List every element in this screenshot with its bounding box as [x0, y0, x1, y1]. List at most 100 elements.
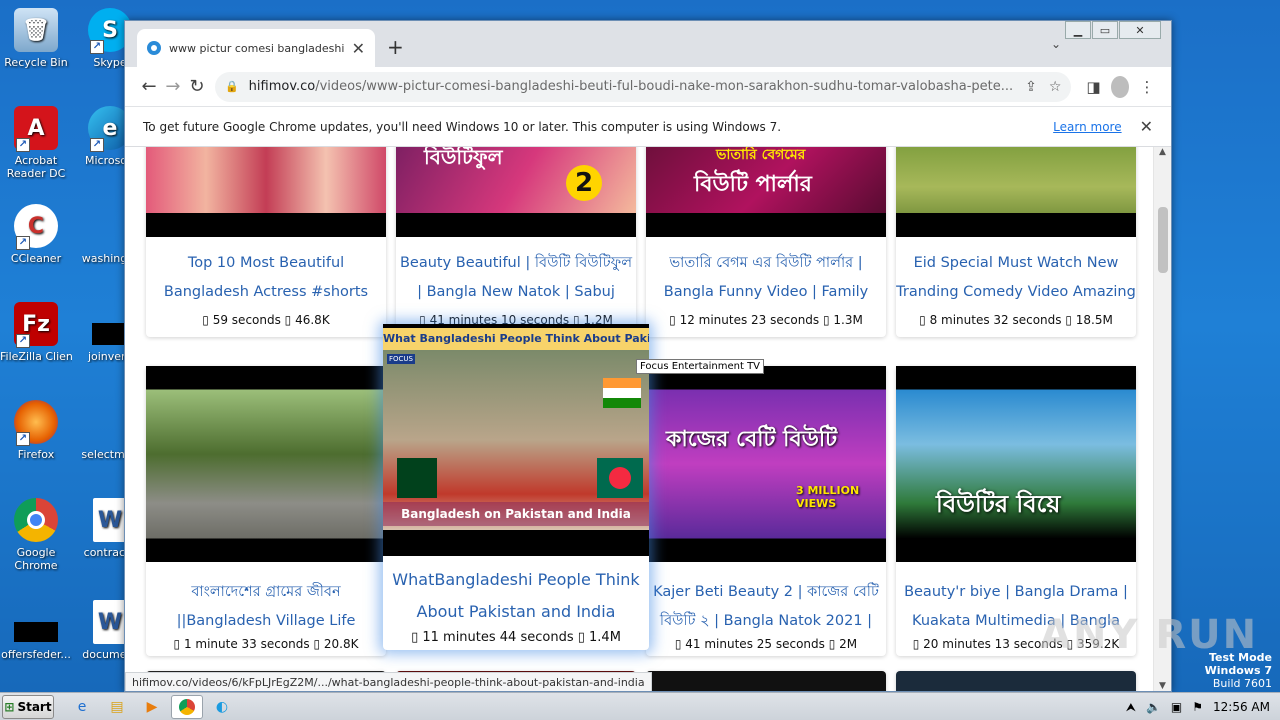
video-meta: ▯ 11 minutes 44 seconds ▯ 1.4M: [411, 630, 621, 645]
taskbar: ⊞ Start e ▤ ▶ ◐ ⮝ 🔈 ▣ ⚑ 12:56 AM: [0, 692, 1280, 720]
video-card[interactable]: [896, 671, 1136, 691]
video-card[interactable]: Eid Special Must Watch New Tranding Come…: [896, 147, 1136, 337]
thumbnail-badge: FOCUS: [387, 354, 415, 364]
back-button[interactable]: ←: [137, 76, 161, 97]
video-duration: 59 seconds: [212, 313, 281, 327]
share-icon[interactable]: ⇪: [1025, 79, 1037, 95]
video-views: 1.4M: [589, 630, 621, 645]
page-scrollbar[interactable]: ▲ ▼: [1153, 147, 1171, 691]
address-bar[interactable]: 🔒 hifimov.co/videos/www-pictur-comesi-ba…: [214, 71, 1072, 102]
url-text[interactable]: hifimov.co/videos/www-pictur-comesi-bang…: [249, 79, 1014, 94]
taskbar-chrome-icon[interactable]: [171, 694, 203, 719]
pakistan-flag-icon: [397, 458, 437, 498]
tab-close-icon[interactable]: ✕: [352, 39, 365, 58]
desktop-icon-recycle-bin[interactable]: 🗑 Recycle Bin: [0, 8, 72, 69]
watermark-line: Build 7601: [1212, 677, 1272, 690]
video-title[interactable]: ভাতারি বেগম এর বিউটি পার্লার | Bangla Fu…: [646, 249, 886, 307]
filezilla-icon: Fz ↗: [14, 302, 58, 348]
new-tab-button[interactable]: +: [387, 35, 404, 59]
close-window-button[interactable]: ✕: [1119, 21, 1161, 39]
thumbnail-letterbox: [646, 213, 886, 237]
action-center-flag-icon[interactable]: ⚑: [1192, 700, 1203, 714]
scrollbar-thumb[interactable]: [1158, 207, 1168, 273]
bookmark-star-icon[interactable]: ☆: [1049, 79, 1062, 95]
video-thumbnail[interactable]: বিউটির বিয়ে: [896, 366, 1136, 562]
browser-toolbar: ← → ↻ 🔒 hifimov.co/videos/www-pictur-com…: [125, 67, 1171, 107]
thumbnail-badge: 2: [566, 165, 602, 201]
taskbar-explorer-icon[interactable]: ▤: [101, 695, 133, 719]
recycle-bin-icon: 🗑: [14, 8, 58, 52]
video-title[interactable]: Top 10 Most Beautiful Bangladesh Actress…: [146, 249, 386, 307]
firefox-icon: ↗: [14, 400, 58, 446]
ccleaner-icon: C ↗: [14, 204, 58, 250]
thumbnail-text: Bangladesh on Pakistan and India: [383, 502, 649, 526]
desktop-icon-offersfeder[interactable]: offersfeder...: [0, 600, 72, 661]
video-thumbnail[interactable]: কাজের বেটি বিউটি 3 MILLION VIEWS: [646, 366, 886, 562]
taskbar-media-player-icon[interactable]: ▶: [136, 695, 168, 719]
desktop-icon-acrobat[interactable]: A ↗ Acrobat Reader DC: [0, 106, 72, 180]
desktop-icon-firefox[interactable]: ↗ Firefox: [0, 400, 72, 461]
network-icon[interactable]: ▣: [1171, 700, 1182, 714]
profile-avatar[interactable]: [1111, 75, 1130, 98]
video-meta: ▯ 12 minutes 23 seconds ▯ 1.3M: [669, 313, 863, 327]
file-icon: [14, 600, 58, 644]
desktop-icon-filezilla[interactable]: Fz ↗ FileZilla Client: [0, 302, 72, 363]
video-title[interactable]: Kajer Beti Beauty 2 | কাজের বেটি বিউটি ২…: [646, 578, 886, 636]
video-card[interactable]: কাজের বেটি বিউটি 3 MILLION VIEWS Kajer B…: [646, 366, 886, 656]
word-document-icon: W: [93, 498, 127, 542]
tray-expand-icon[interactable]: ⮝: [1126, 700, 1136, 715]
anyrun-watermark: ANY RUN: [1040, 612, 1259, 658]
video-duration: 1 minute 33 seconds: [183, 637, 310, 651]
infobar-close-icon[interactable]: ✕: [1140, 117, 1153, 136]
video-title[interactable]: বাংলাদেশের গ্রামের জীবন ||Bangladesh Vil…: [146, 578, 386, 636]
start-button[interactable]: ⊞ Start: [2, 694, 54, 719]
update-infobar: To get future Google Chrome updates, you…: [125, 107, 1171, 147]
video-meta: ▯ 1 minute 33 seconds ▯ 20.8K: [173, 637, 359, 651]
video-card-hovered[interactable]: What Bangladeshi People Think About Paki…: [383, 324, 649, 650]
windows-logo-icon: ⊞: [4, 699, 15, 714]
word-document-icon: W: [93, 600, 127, 644]
thumbnail-letterbox: [146, 213, 386, 237]
video-card[interactable]: ভাতারি বেগমের বিউটি পার্লার ভাতারি বেগম …: [646, 147, 886, 337]
scroll-up-icon[interactable]: ▲: [1154, 147, 1171, 157]
lock-icon[interactable]: 🔒: [225, 80, 239, 93]
video-views: 18.5M: [1075, 313, 1113, 327]
video-card[interactable]: Top 10 Most Beautiful Bangladesh Actress…: [146, 147, 386, 337]
forward-button[interactable]: →: [161, 76, 185, 97]
video-thumbnail[interactable]: [146, 366, 386, 562]
maximize-button[interactable]: ▭: [1092, 21, 1118, 39]
scroll-down-icon[interactable]: ▼: [1154, 681, 1171, 691]
tab-search-icon[interactable]: ⌄: [1051, 37, 1061, 51]
video-thumbnail[interactable]: What Bangladeshi People Think About Paki…: [383, 324, 649, 556]
volume-icon[interactable]: 🔈: [1146, 700, 1161, 714]
video-duration: 12 minutes 23 seconds: [679, 313, 820, 327]
clock[interactable]: 12:56 AM: [1213, 700, 1270, 714]
video-title[interactable]: Beauty Beautiful | বিউটি বিউটিফুল | Bang…: [396, 249, 636, 307]
desktop-icon-ccleaner[interactable]: C ↗ CCleaner: [0, 204, 72, 265]
desktop-icon-chrome[interactable]: Google Chrome: [0, 498, 72, 572]
reload-button[interactable]: ↻: [185, 76, 209, 97]
video-duration: 11 minutes 44 seconds: [422, 630, 574, 645]
video-views: 1.3M: [833, 313, 863, 327]
chrome-icon: [14, 498, 58, 542]
video-card[interactable]: বিউটিফুল 2 Beauty Beautiful | বিউটি বিউট…: [396, 147, 636, 337]
side-panel-icon[interactable]: ◨: [1081, 78, 1105, 96]
browser-tab[interactable]: www pictur comesi bangladeshi beut ✕: [137, 29, 375, 67]
menu-kebab-icon[interactable]: ⋮: [1135, 78, 1159, 96]
video-card[interactable]: বাংলাদেশের গ্রামের জীবন ||Bangladesh Vil…: [146, 366, 386, 656]
india-flag-icon: [603, 378, 641, 408]
learn-more-link[interactable]: Learn more: [1053, 120, 1121, 134]
thumbnail-letterbox: [396, 213, 636, 237]
tab-strip: www pictur comesi bangladeshi beut ✕ + ⌄…: [125, 21, 1171, 67]
video-title[interactable]: Eid Special Must Watch New Tranding Come…: [896, 249, 1136, 307]
chrome-window: www pictur comesi bangladeshi beut ✕ + ⌄…: [124, 20, 1172, 692]
video-card[interactable]: [646, 671, 886, 691]
window-controls: ▁ ▭ ✕: [1064, 21, 1161, 39]
thumbnail-text: বিউটির বিয়ে: [936, 490, 1061, 518]
thumbnail-text: What Bangladeshi People Think About Paki…: [383, 328, 649, 350]
thumbnail-letterbox: [896, 213, 1136, 237]
minimize-button[interactable]: ▁: [1065, 21, 1091, 39]
taskbar-edge-icon[interactable]: ◐: [206, 695, 238, 719]
video-title[interactable]: WhatBangladeshi People Think About Pakis…: [383, 564, 649, 628]
taskbar-ie-icon[interactable]: e: [66, 695, 98, 719]
